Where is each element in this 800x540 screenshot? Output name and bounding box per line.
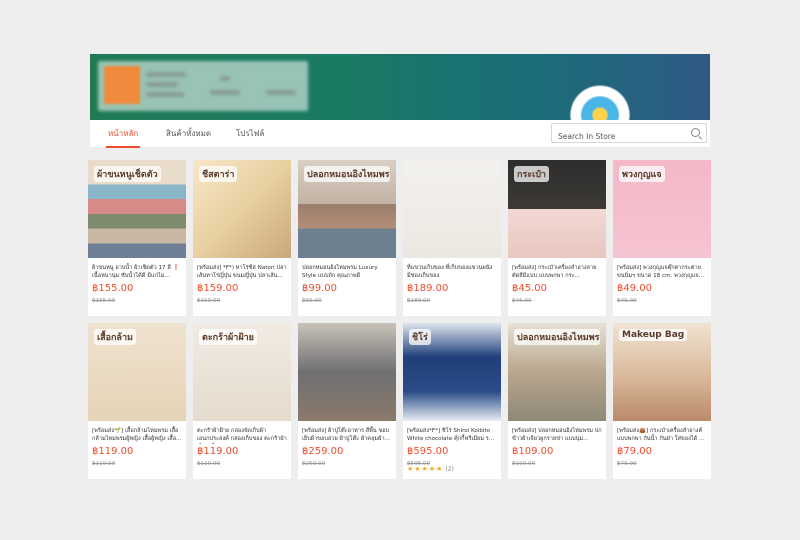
product-card[interactable]: พวงกุญแจ [พร้อมส่ง] พวงกุญแจตุ๊กตากระต่าย… bbox=[613, 160, 711, 316]
product-image[interactable]: พวงกุญแจ bbox=[613, 160, 711, 258]
product-price: ฿119.00 bbox=[92, 446, 134, 457]
tab-profile[interactable]: โปรไฟล์ bbox=[236, 120, 264, 148]
product-image[interactable]: ผ้าขนหนูเช็ดตัว bbox=[88, 160, 186, 258]
banner-decoration bbox=[560, 80, 640, 120]
product-image-text: เสื้อกล้าม bbox=[94, 329, 136, 345]
product-title[interactable]: ตะกร้าผ้าฝ้าย กล่องจัดเก็บผ้าเอนกประสงค์… bbox=[193, 421, 291, 444]
product-image-text: Makeup Bag bbox=[619, 329, 688, 341]
product-image-text: ปลอกหมอนอิงไหมพรม bbox=[514, 329, 600, 345]
product-title[interactable]: [พร้อมส่ง] *F*) ทาโร่ซีส Natori ปลาเส้นท… bbox=[193, 258, 291, 281]
product-original-price: ฿79.00 bbox=[617, 461, 637, 467]
product-image[interactable]: Makeup Bag bbox=[613, 323, 711, 421]
blurred-text bbox=[266, 90, 296, 95]
product-title[interactable]: [พร้อมส่ง] กระเป๋าเครื่องสำอางลายตัดสีมี… bbox=[508, 258, 606, 281]
product-card[interactable]: เสื้อกล้าม [พร้อมส่ง🌱] เสื้อกล้ามไหมพรม เ… bbox=[88, 323, 186, 479]
product-price: ฿259.00 bbox=[302, 446, 344, 457]
product-rating: ★★★★★ (2) bbox=[407, 465, 454, 473]
product-title[interactable]: [พร้อมส่ง] ผ้าปูโต๊ะอาหาร สีพื้น ขอบเย็บ… bbox=[298, 421, 396, 444]
product-price: ฿189.00 bbox=[407, 283, 449, 294]
blurred-text bbox=[220, 76, 230, 81]
product-image[interactable]: ปลอกหมอนอิงไหมพรม bbox=[298, 160, 396, 258]
search-input[interactable] bbox=[552, 127, 682, 146]
product-original-price: ฿155.00 bbox=[92, 298, 116, 304]
product-title[interactable]: ที่แขวนเก็บของ ที่เก็บของแขวนผนัง มีช่อง… bbox=[403, 258, 501, 281]
product-original-price: ฿259.00 bbox=[302, 461, 326, 467]
product-title[interactable]: [พร้อมส่ง] ปลอกหมอนอิงไหมพรม ปกข้าวผ้าเจ… bbox=[508, 421, 606, 444]
product-image-text: ผ้าขนหนูเช็ดตัว bbox=[94, 166, 161, 182]
product-image[interactable]: กระเป๋า bbox=[508, 160, 606, 258]
product-price: ฿79.00 bbox=[617, 446, 652, 457]
product-card[interactable]: ผ้าขนหนูเช็ดตัวผ้าขนหนู อาบน้ำ ผ้าเช็ดตั… bbox=[88, 160, 186, 316]
product-title[interactable]: ปลอกหมอนอิงไหมพรม Luxury Style แบบถัก คุ… bbox=[298, 258, 396, 281]
product-original-price: ฿99.00 bbox=[302, 298, 322, 304]
product-price: ฿109.00 bbox=[512, 446, 554, 457]
tab-all-products[interactable]: สินค้าทั้งหมด bbox=[166, 120, 211, 148]
product-original-price: ฿119.00 bbox=[92, 461, 116, 467]
product-price: ฿49.00 bbox=[617, 283, 652, 294]
product-image[interactable]: ชิโร่ bbox=[403, 323, 501, 421]
blurred-text bbox=[210, 90, 240, 95]
shop-banner bbox=[90, 54, 710, 120]
blurred-text bbox=[146, 92, 184, 97]
product-image[interactable]: ชีสตาร่า bbox=[193, 160, 291, 258]
product-card[interactable]: [พร้อมส่ง] ผ้าปูโต๊ะอาหาร สีพื้น ขอบเย็บ… bbox=[298, 323, 396, 479]
product-card[interactable]: ที่แขวนเก็บของ ที่เก็บของแขวนผนัง มีช่อง… bbox=[403, 160, 501, 316]
product-original-price: ฿189.00 bbox=[407, 298, 431, 304]
product-card[interactable]: ชิโร่ [พร้อมส่ง*F*] ชิโร่ Shiroi Koibito … bbox=[403, 323, 501, 479]
rating-count: (2) bbox=[445, 466, 454, 473]
product-image-text: พวงกุญแจ bbox=[619, 166, 665, 182]
product-price: ฿119.00 bbox=[197, 446, 239, 457]
product-image[interactable]: เสื้อกล้าม bbox=[88, 323, 186, 421]
shop-nav-bar: หน้าหลัก สินค้าทั้งหมด โปรไฟล์ bbox=[90, 120, 710, 148]
product-title[interactable]: [พร้อมส่ง] พวงกุญแจตุ๊กตากระต่ายขนนิ่มๆ … bbox=[613, 258, 711, 281]
product-card[interactable]: ปลอกหมอนอิงไหมพรมปลอกหมอนอิงไหมพรม Luxur… bbox=[298, 160, 396, 316]
product-original-price: ฿159.00 bbox=[197, 298, 221, 304]
product-image-text: ปลอกหมอนอิงไหมพรม bbox=[304, 166, 390, 182]
product-image-text: กระเป๋า bbox=[514, 166, 549, 182]
shop-logo bbox=[104, 66, 140, 104]
product-image[interactable]: ปลอกหมอนอิงไหมพรม bbox=[508, 323, 606, 421]
product-card[interactable]: Makeup Bag [พร้อมส่ง👜] กระเป๋าเครื่องสำอา… bbox=[613, 323, 711, 479]
star-rating-icon: ★★★★★ bbox=[407, 465, 444, 473]
product-image-text: ชีสตาร่า bbox=[199, 166, 238, 182]
product-title[interactable]: ผ้าขนหนู อาบน้ำ ผ้าเช็ดตัว 17 สี ❗ เนื้อ… bbox=[88, 258, 186, 281]
blurred-text bbox=[146, 82, 178, 87]
product-image[interactable]: ตะกร้าผ้าฝ้าย bbox=[193, 323, 291, 421]
product-original-price: ฿119.00 bbox=[197, 461, 221, 467]
product-card[interactable]: ตะกร้าผ้าฝ้ายตะกร้าผ้าฝ้าย กล่องจัดเก็บผ… bbox=[193, 323, 291, 479]
product-title[interactable]: [พร้อมส่ง👜] กระเป๋าเครื่องสำอางค์ แบบพกพ… bbox=[613, 421, 711, 444]
product-price: ฿45.00 bbox=[512, 283, 547, 294]
product-image[interactable] bbox=[403, 160, 501, 258]
product-title[interactable]: [พร้อมส่ง🌱] เสื้อกล้ามไหมพรม เสื้อกล้ามไ… bbox=[88, 421, 186, 444]
search-icon[interactable] bbox=[691, 128, 700, 137]
product-card[interactable]: ปลอกหมอนอิงไหมพรม [พร้อมส่ง] ปลอกหมอนอิงไ… bbox=[508, 323, 606, 479]
product-original-price: ฿49.00 bbox=[617, 298, 637, 304]
blurred-text bbox=[146, 72, 186, 77]
product-price: ฿155.00 bbox=[92, 283, 134, 294]
product-image[interactable] bbox=[298, 323, 396, 421]
product-original-price: ฿45.00 bbox=[512, 298, 532, 304]
tab-home[interactable]: หน้าหลัก bbox=[106, 120, 141, 148]
product-image-text: ตะกร้าผ้าฝ้าย bbox=[199, 329, 257, 345]
product-price: ฿595.00 bbox=[407, 446, 449, 457]
store-search-box[interactable] bbox=[551, 123, 707, 146]
product-original-price: ฿109.00 bbox=[512, 461, 536, 467]
product-price: ฿99.00 bbox=[302, 283, 337, 294]
product-grid: ผ้าขนหนูเช็ดตัวผ้าขนหนู อาบน้ำ ผ้าเช็ดตั… bbox=[88, 160, 712, 479]
product-title[interactable]: [พร้อมส่ง*F*] ชิโร่ Shiroi Koibito White… bbox=[403, 421, 501, 444]
product-price: ฿159.00 bbox=[197, 283, 239, 294]
product-card[interactable]: ชีสตาร่า [พร้อมส่ง] *F*) ทาโร่ซีส Natori … bbox=[193, 160, 291, 316]
product-card[interactable]: กระเป๋า [พร้อมส่ง] กระเป๋าเครื่องสำอางลาย… bbox=[508, 160, 606, 316]
product-image-text: ชิโร่ bbox=[409, 329, 431, 345]
